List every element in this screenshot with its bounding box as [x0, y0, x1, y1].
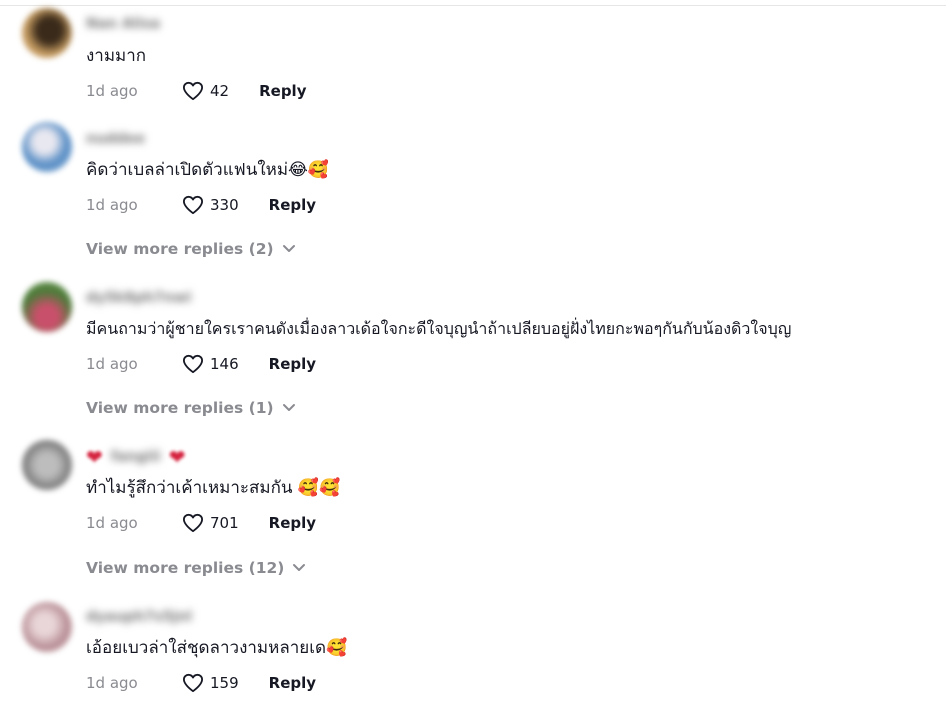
reply-button[interactable]: Reply [269, 674, 316, 692]
reply-button[interactable]: Reply [269, 355, 316, 373]
heart-icon [183, 195, 203, 215]
heart-emoji-icon: ❤ [168, 445, 186, 469]
comment-username[interactable]: nuddee [86, 131, 145, 149]
heart-icon [183, 354, 203, 374]
comment-username[interactable]: dy5k8ph7nwi [86, 290, 191, 308]
comment-meta: 1d ago 42 Reply [86, 79, 306, 103]
avatar[interactable] [22, 282, 72, 332]
comment-text: ทำไมรู้สึกว่าเค้าเหมาะสมกัน 🥰🥰 [86, 478, 341, 498]
view-more-label: View more replies (1) [86, 399, 274, 417]
heart-icon [183, 81, 203, 101]
like-button[interactable]: 146 [182, 354, 239, 374]
comment-text: คิดว่าเบลล่าเปิดตัวแฟนใหม่😂🥰 [86, 160, 330, 180]
heart-icon [183, 513, 203, 533]
comment-username[interactable]: ❤ fangiii ❤ [86, 445, 186, 469]
like-button[interactable]: 701 [182, 513, 239, 533]
like-count: 159 [210, 674, 239, 692]
view-more-replies[interactable]: View more replies (2) [86, 240, 296, 258]
avatar[interactable] [22, 440, 72, 490]
view-more-replies[interactable]: View more replies (12) [86, 559, 306, 577]
reply-button[interactable]: Reply [269, 514, 316, 532]
comment-meta: 1d ago 701 Reply [86, 511, 316, 535]
comment-time: 1d ago [86, 82, 138, 100]
chevron-down-icon [282, 404, 295, 411]
reply-button[interactable]: Reply [269, 196, 316, 214]
like-button[interactable]: 159 [182, 673, 239, 693]
comment-meta: 1d ago 146 Reply [86, 352, 316, 376]
view-more-label: View more replies (2) [86, 240, 274, 258]
like-count: 330 [210, 196, 239, 214]
comment-username[interactable]: Nan Alisa [86, 16, 160, 34]
comment-meta: 1d ago 330 Reply [86, 193, 316, 217]
comment-text: งามมาก [86, 46, 147, 66]
like-count: 42 [210, 82, 230, 100]
heart-emoji-icon: ❤ [86, 445, 103, 469]
comment-time: 1d ago [86, 196, 138, 214]
like-button[interactable]: 330 [182, 195, 239, 215]
chevron-down-icon [282, 245, 295, 252]
avatar[interactable] [22, 602, 72, 652]
reply-button[interactable]: Reply [259, 82, 306, 100]
like-count: 701 [210, 514, 239, 532]
comment-time: 1d ago [86, 514, 138, 532]
comment-time: 1d ago [86, 355, 138, 373]
comment-meta: 1d ago 159 Reply [86, 671, 316, 695]
like-button[interactable]: 42 [182, 81, 229, 101]
like-count: 146 [210, 355, 239, 373]
avatar[interactable] [22, 122, 72, 172]
view-more-replies[interactable]: View more replies (1) [86, 399, 296, 417]
comment-text: เอ้อยเบวล่าใส่ชุดลาวงามหลายเด🥰 [86, 638, 348, 658]
view-more-label: View more replies (12) [86, 559, 285, 577]
comment-text: มีคนถามว่าผู้ชายใครเราคนดังเมื่องลาวเด้อ… [86, 319, 792, 338]
avatar[interactable] [22, 8, 72, 58]
comment-username[interactable]: dyauph7s5jnl [86, 609, 192, 627]
comment-list: Nan Alisa งามมาก 1d ago 42 Reply nuddee … [0, 0, 946, 715]
chevron-down-icon [293, 564, 306, 571]
comment-time: 1d ago [86, 674, 138, 692]
username-text: fangiii [110, 449, 161, 465]
heart-icon [183, 673, 203, 693]
